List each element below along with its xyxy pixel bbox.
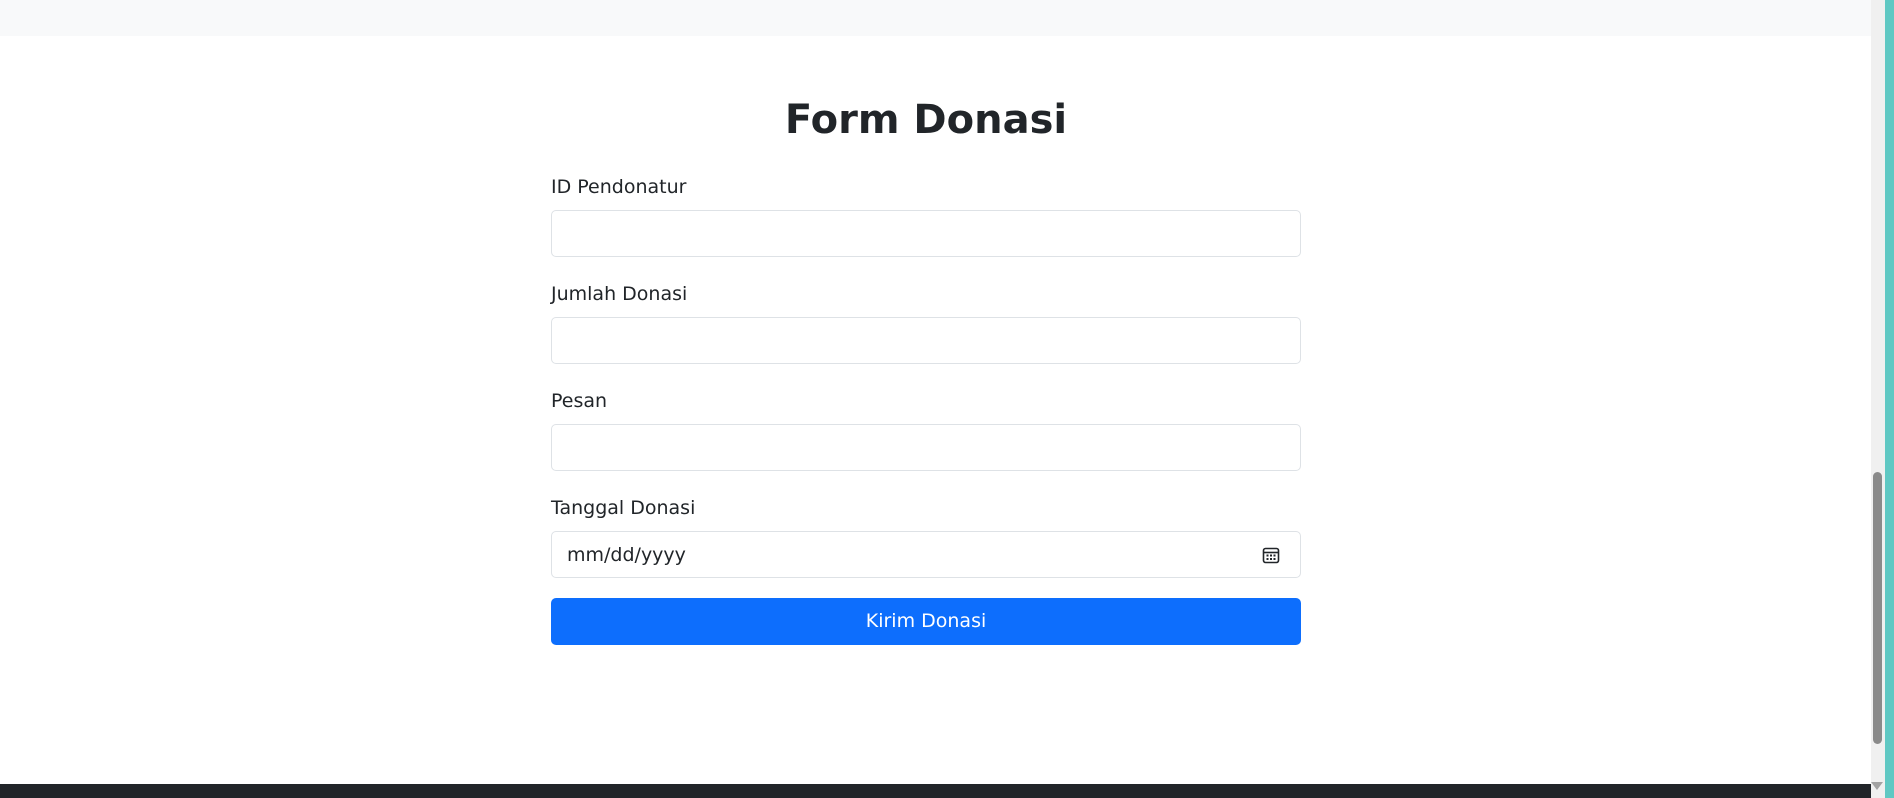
donation-amount-input[interactable]: [551, 317, 1301, 364]
submit-donation-button[interactable]: Kirim Donasi: [551, 598, 1301, 645]
message-input[interactable]: [551, 424, 1301, 471]
donation-date-input[interactable]: mm/dd/yyyy: [551, 531, 1301, 578]
page: Form Donasi ID Pendonatur Jumlah Donasi …: [0, 0, 1894, 798]
page-title: Form Donasi: [784, 97, 1068, 143]
navbar-area: [0, 0, 1871, 36]
main-content: Form Donasi ID Pendonatur Jumlah Donasi …: [0, 36, 1871, 784]
scrollbar-thumb[interactable]: [1873, 472, 1882, 744]
calendar-icon[interactable]: [1261, 545, 1281, 565]
window-edge: [1885, 0, 1894, 798]
donor-id-label: ID Pendonatur: [551, 176, 687, 198]
donation-date-label: Tanggal Donasi: [551, 497, 696, 519]
donation-amount-label: Jumlah Donasi: [551, 283, 688, 305]
donor-id-input[interactable]: [551, 210, 1301, 257]
message-label: Pesan: [551, 390, 608, 412]
footer: [0, 784, 1871, 798]
scroll-down-arrow-icon[interactable]: [1871, 782, 1883, 790]
date-placeholder: mm/dd/yyyy: [567, 544, 686, 566]
